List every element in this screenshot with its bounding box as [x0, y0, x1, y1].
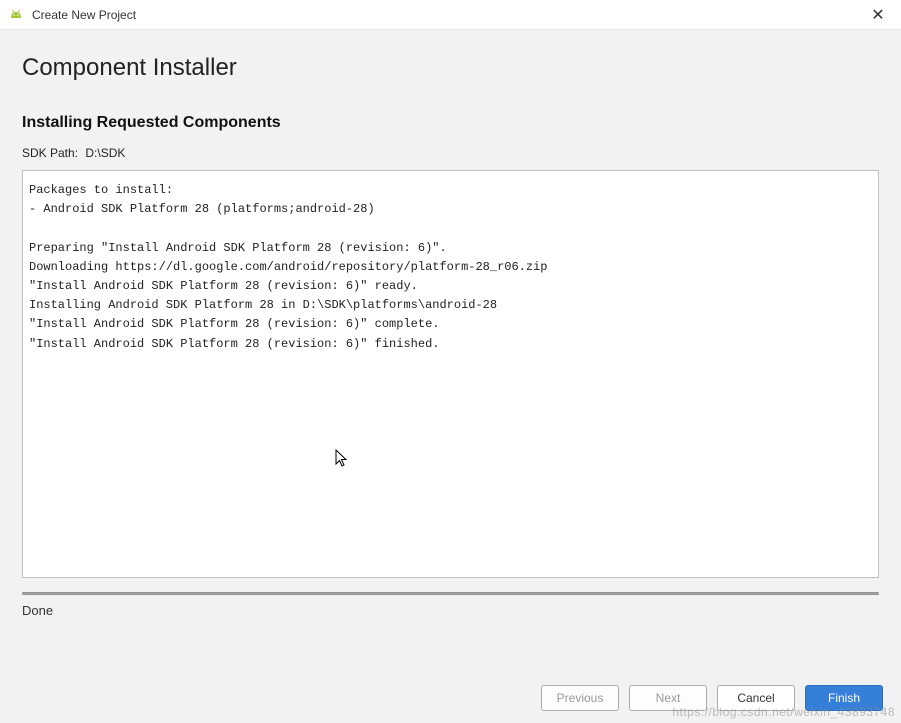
close-icon[interactable]: ✕ — [863, 5, 893, 25]
status-text: Done — [22, 603, 879, 618]
window-title: Create New Project — [32, 8, 863, 22]
finish-button[interactable]: Finish — [805, 685, 883, 711]
titlebar: Create New Project ✕ — [0, 0, 901, 30]
sdk-path-value: D:\SDK — [85, 146, 125, 160]
sdk-path-label: SDK Path: — [22, 146, 78, 160]
page-title: Component Installer — [22, 54, 879, 82]
cancel-button[interactable]: Cancel — [717, 685, 795, 711]
section-heading: Installing Requested Components — [22, 114, 879, 132]
content-area: Component Installer Installing Requested… — [0, 30, 901, 723]
android-icon — [8, 7, 24, 23]
button-bar: Previous Next Cancel Finish — [541, 685, 883, 711]
sdk-path-line: SDK Path: D:\SDK — [22, 146, 879, 160]
progress-bar — [22, 592, 879, 595]
previous-button: Previous — [541, 685, 619, 711]
install-log[interactable]: Packages to install: - Android SDK Platf… — [22, 170, 879, 578]
next-button: Next — [629, 685, 707, 711]
